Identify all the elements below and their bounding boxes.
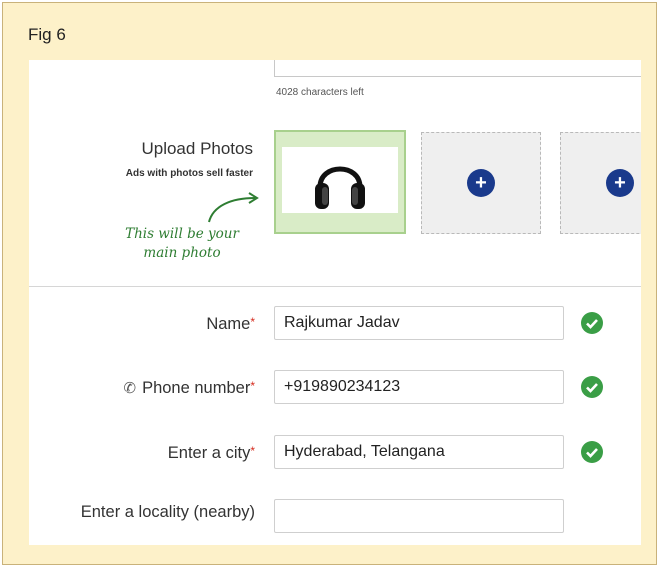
add-photo-slot[interactable]: + bbox=[421, 132, 541, 234]
name-input[interactable] bbox=[274, 306, 564, 340]
plus-circle-icon: + bbox=[606, 169, 634, 197]
headphones-icon bbox=[315, 166, 365, 209]
city-input[interactable] bbox=[274, 435, 564, 469]
phone-input[interactable] bbox=[274, 370, 564, 404]
plus-circle-icon: + bbox=[467, 169, 495, 197]
name-label: Name* bbox=[206, 315, 255, 334]
upload-photos-subtitle: Ads with photos sell faster bbox=[125, 168, 253, 179]
check-icon bbox=[581, 376, 603, 398]
post-ad-form: 4028 characters left Upload Photos Ads w… bbox=[29, 60, 641, 545]
check-icon bbox=[581, 312, 603, 334]
city-label: Enter a city* bbox=[168, 444, 255, 463]
main-photo-slot[interactable] bbox=[274, 130, 406, 234]
figure-label: Fig 6 bbox=[28, 25, 66, 44]
upload-photos-title: Upload Photos bbox=[141, 139, 253, 158]
phone-label: ✆ Phone number* bbox=[124, 379, 256, 398]
required-marker: * bbox=[250, 315, 255, 329]
phone-icon: ✆ bbox=[123, 380, 137, 397]
figure-frame: Fig 6 4028 characters left Upload Photos… bbox=[2, 2, 657, 565]
name-label-text: Name bbox=[206, 315, 251, 333]
locality-label: Enter a locality (nearby) bbox=[80, 503, 255, 521]
description-textarea[interactable] bbox=[274, 60, 641, 77]
required-marker: * bbox=[250, 444, 255, 458]
add-photo-slot[interactable]: + bbox=[560, 132, 641, 234]
phone-label-text: Phone number bbox=[142, 379, 251, 397]
main-photo-hint: This will be your main photo bbox=[125, 226, 239, 261]
city-label-text: Enter a city bbox=[167, 444, 251, 462]
section-divider bbox=[29, 286, 641, 287]
chars-left-counter: 4028 characters left bbox=[276, 87, 364, 98]
required-marker: * bbox=[250, 379, 255, 393]
check-icon bbox=[581, 441, 603, 463]
curved-arrow-icon bbox=[208, 192, 259, 223]
locality-input[interactable] bbox=[274, 499, 564, 533]
main-photo-image bbox=[282, 147, 398, 213]
